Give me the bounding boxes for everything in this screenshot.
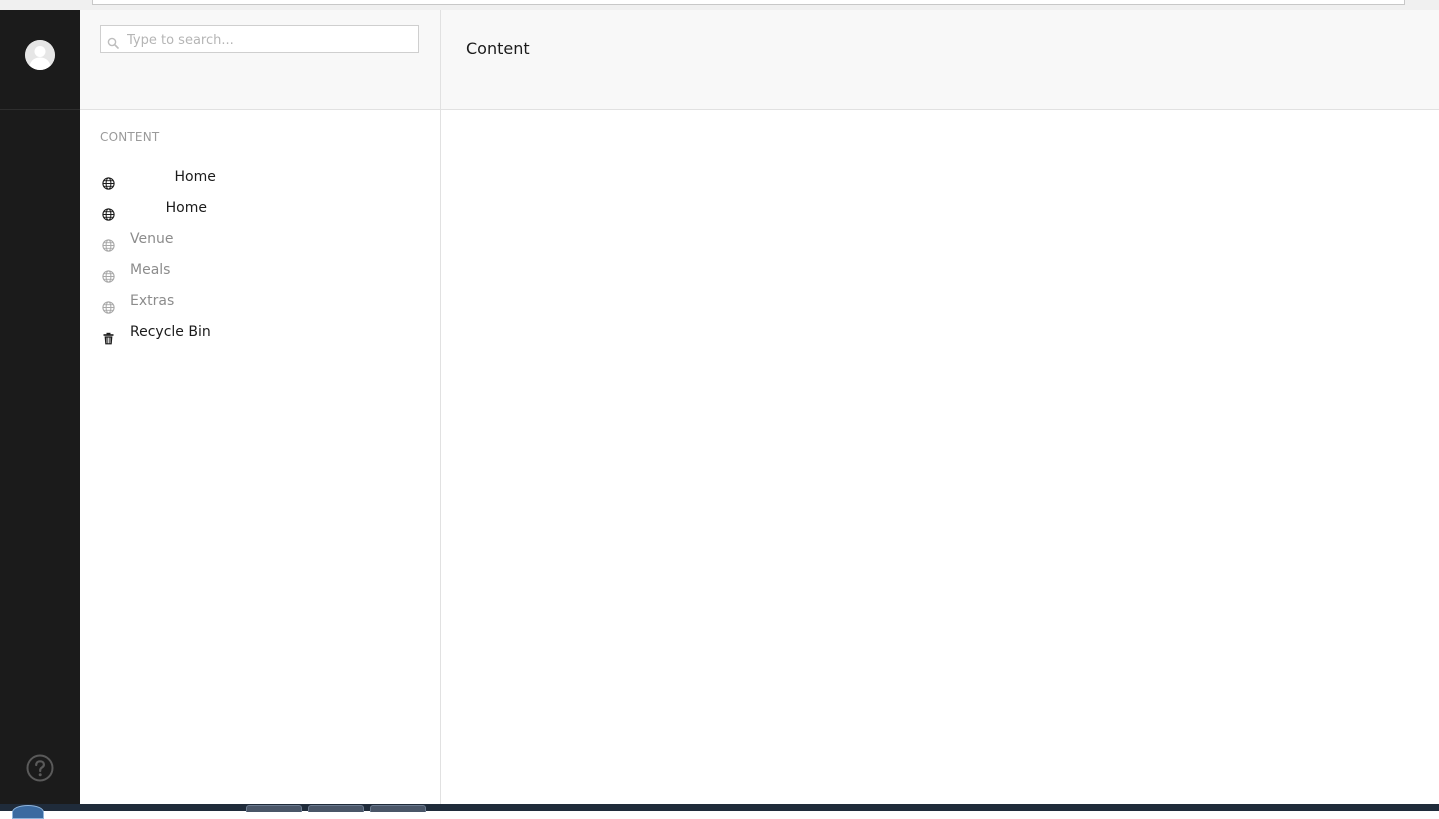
search-box[interactable] xyxy=(100,25,419,53)
tree-item-home-2[interactable]: Home xyxy=(100,193,430,224)
tree-item-home-1[interactable]: Home xyxy=(100,162,430,193)
tree-item-label: Recycle Bin xyxy=(130,324,211,340)
user-avatar-icon[interactable] xyxy=(25,40,55,70)
globe-icon xyxy=(102,264,115,283)
main-content-area xyxy=(441,110,1439,804)
tree-section-title: CONTENT xyxy=(100,130,160,144)
tree-item-extras[interactable]: Extras xyxy=(100,286,430,317)
main-header: Content xyxy=(441,10,1439,110)
tree-item-label: Venue xyxy=(130,231,174,247)
tree-item-label: Extras xyxy=(130,293,175,309)
start-button[interactable] xyxy=(12,805,44,819)
search-input[interactable] xyxy=(125,29,417,51)
browser-address-bar[interactable] xyxy=(92,0,1405,5)
os-taskbar xyxy=(0,804,1439,819)
page-title: Content xyxy=(466,39,530,58)
content-tree: Home Home Venue Meals Extras Recycle Bin xyxy=(100,162,430,348)
globe-icon xyxy=(102,295,115,314)
rail-divider xyxy=(0,109,80,110)
globe-icon xyxy=(102,202,115,221)
tree-header xyxy=(80,10,440,110)
search-icon xyxy=(107,34,119,49)
globe-icon xyxy=(102,171,115,190)
tree-item-venue[interactable]: Venue xyxy=(100,224,430,255)
globe-icon xyxy=(102,233,115,252)
tree-item-recycle-bin[interactable]: Recycle Bin xyxy=(100,317,430,348)
tree-item-label: Home xyxy=(130,200,207,216)
browser-chrome-strip xyxy=(0,0,1439,10)
help-icon[interactable] xyxy=(26,754,54,782)
trash-icon xyxy=(102,326,115,345)
tree-item-label: Meals xyxy=(130,262,171,278)
left-rail xyxy=(0,10,80,804)
content-tree-panel: CONTENT Home Home Venue Mea xyxy=(80,10,441,804)
tree-item-meals[interactable]: Meals xyxy=(100,255,430,286)
tree-item-label: Home xyxy=(130,169,216,185)
